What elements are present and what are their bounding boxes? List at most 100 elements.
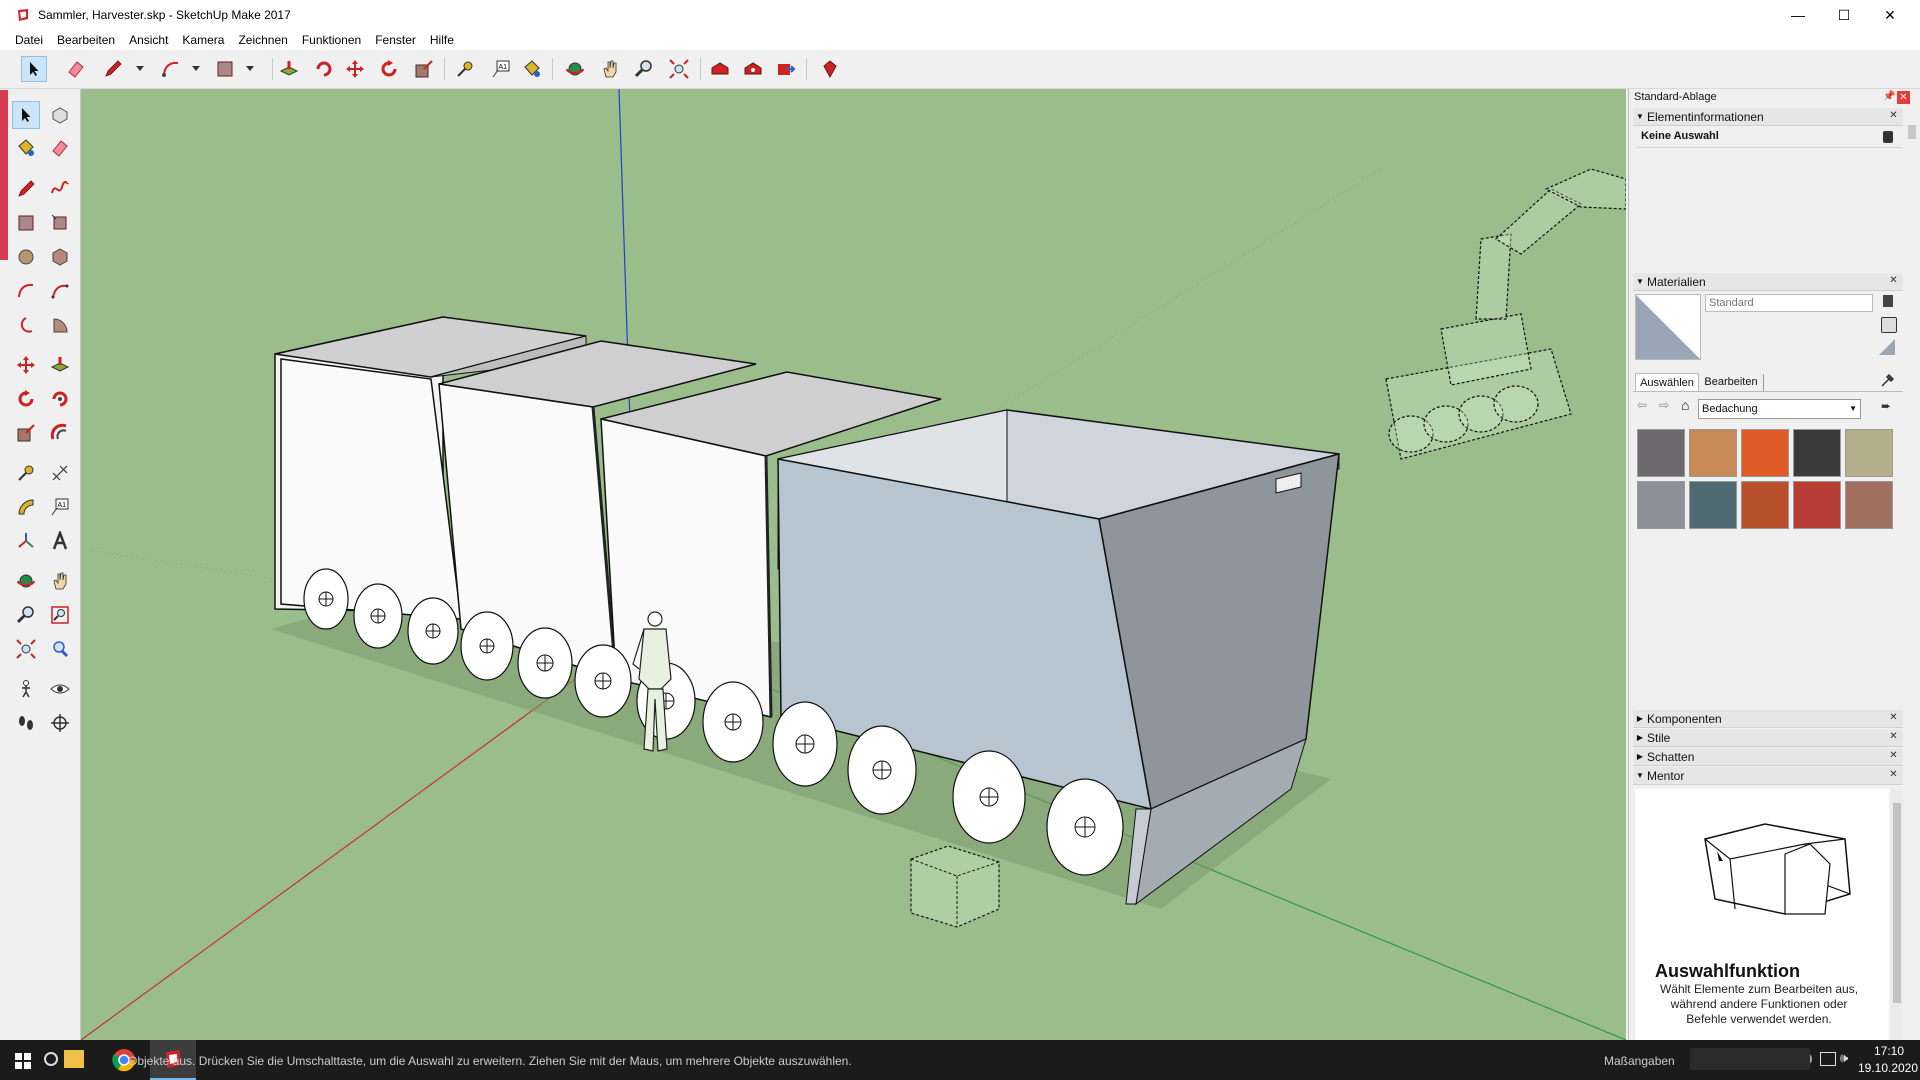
styles-header[interactable]: ▶ Stile ✕ [1633, 729, 1903, 747]
forward-arrow-icon[interactable]: ⇨ [1659, 398, 1669, 412]
paint-bucket-tool-button[interactable] [519, 56, 545, 82]
model-canvas[interactable] [81, 89, 1626, 1040]
material-swatch[interactable] [1793, 481, 1841, 529]
menu-funktionen[interactable]: Funktionen [295, 33, 368, 47]
close-icon[interactable]: ✕ [1888, 769, 1899, 780]
material-swatch[interactable] [1689, 481, 1737, 529]
library-dropdown[interactable]: Bedachung ▼ [1698, 399, 1861, 419]
minimize-button[interactable]: — [1775, 0, 1821, 30]
palette-polygon-tool[interactable] [46, 243, 74, 271]
palette-dimension-tool[interactable] [46, 459, 74, 487]
palette-3d-text-tool[interactable] [46, 527, 74, 555]
material-swatch[interactable] [1637, 481, 1685, 529]
file-explorer-icon[interactable] [64, 1050, 84, 1068]
push-pull-tool-button[interactable] [276, 56, 302, 82]
tape-measure-tool-button[interactable] [452, 56, 478, 82]
entity-info-header[interactable]: ▼ Elementinformationen ✕ [1633, 108, 1903, 126]
orbit-tool-button[interactable] [562, 56, 588, 82]
chevron-down-icon[interactable] [246, 66, 254, 71]
palette-pan-tool[interactable] [46, 567, 74, 595]
move-tool-button[interactable] [342, 56, 368, 82]
menu-hilfe[interactable]: Hilfe [423, 33, 461, 47]
material-swatch[interactable] [1637, 429, 1685, 477]
material-swatch[interactable] [1741, 481, 1789, 529]
palette-two-point-arc-tool[interactable] [46, 277, 74, 305]
zoom-tool-button[interactable] [631, 56, 657, 82]
menu-fenster[interactable]: Fenster [368, 33, 423, 47]
palette-position-camera-tool[interactable] [12, 675, 40, 703]
components-header[interactable]: ▶ Komponenten ✕ [1633, 710, 1903, 728]
menu-bearbeiten[interactable]: Bearbeiten [50, 33, 122, 47]
model-viewport[interactable] [81, 89, 1626, 1040]
chevron-down-icon[interactable] [136, 66, 144, 71]
palette-zoom-extents-tool[interactable] [12, 635, 40, 663]
get-models-button[interactable] [740, 56, 766, 82]
material-name-input[interactable] [1705, 294, 1873, 312]
materials-header[interactable]: ▼ Materialien ✕ [1633, 273, 1903, 291]
clock-time[interactable]: 17:10 [1866, 1044, 1912, 1058]
palette-section-plane-tool[interactable] [46, 709, 74, 737]
tray-close-icon[interactable]: ✕ [1897, 91, 1910, 104]
clock-date[interactable]: 19.10.2020 [1856, 1061, 1920, 1075]
tray-scrollbar[interactable] [1906, 107, 1918, 1037]
material-color-icon[interactable] [1879, 339, 1895, 355]
text-tool-button[interactable]: A1 [488, 56, 514, 82]
palette-arc-tool[interactable] [12, 277, 40, 305]
palette-line-tool[interactable] [12, 175, 40, 203]
windows-start-icon[interactable] [15, 1053, 31, 1069]
scrollbar-thumb[interactable] [1893, 803, 1901, 1003]
palette-rotated-rectangle-tool[interactable] [46, 209, 74, 237]
chevron-down-icon[interactable] [192, 66, 200, 71]
zoom-extents-tool-button[interactable] [666, 56, 692, 82]
close-icon[interactable]: ✕ [1888, 712, 1899, 723]
material-swatch[interactable] [1845, 429, 1893, 477]
eraser-tool-button[interactable] [63, 56, 89, 82]
close-button[interactable]: ✕ [1867, 0, 1913, 30]
mentor-header[interactable]: ▼ Mentor ✕ [1633, 767, 1903, 785]
home-icon[interactable]: ⌂ [1681, 397, 1689, 413]
palette-circle-tool[interactable] [12, 243, 40, 271]
menu-zeichnen[interactable]: Zeichnen [231, 33, 294, 47]
palette-rectangle-tool[interactable] [12, 209, 40, 237]
tab-edit[interactable]: Bearbeiten [1699, 374, 1764, 391]
palette-three-point-arc-tool[interactable] [12, 311, 40, 339]
palette-freehand-tool[interactable] [46, 175, 74, 203]
details-arrow-icon[interactable]: ➨ [1881, 399, 1895, 413]
share-model-button[interactable] [773, 56, 799, 82]
palette-previous-view-tool[interactable] [46, 635, 74, 663]
arc-tool-button[interactable] [158, 56, 184, 82]
palette-push-pull-tool[interactable] [46, 351, 74, 379]
material-save-icon[interactable] [1883, 295, 1893, 307]
palette-pie-tool[interactable] [46, 311, 74, 339]
pin-icon[interactable]: 📌 [1883, 91, 1895, 103]
measurements-input[interactable] [1690, 1048, 1810, 1070]
excavator-wireframe[interactable] [1385, 168, 1626, 460]
close-icon[interactable]: ✕ [1888, 275, 1899, 286]
search-icon[interactable] [44, 1052, 58, 1066]
pan-tool-button[interactable] [597, 56, 623, 82]
palette-orbit-tool[interactable] [12, 567, 40, 595]
scrollbar-thumb[interactable] [1908, 125, 1916, 139]
close-icon[interactable]: ✕ [1888, 731, 1899, 742]
lock-icon[interactable] [1883, 131, 1893, 143]
warehouse-button[interactable] [707, 56, 733, 82]
palette-component-tool[interactable] [46, 101, 74, 129]
palette-look-around-tool[interactable] [46, 675, 74, 703]
close-icon[interactable]: ✕ [1888, 110, 1899, 121]
shadows-header[interactable]: ▶ Schatten ✕ [1633, 748, 1903, 766]
extension-warehouse-button[interactable] [817, 56, 843, 82]
palette-walk-tool[interactable] [12, 709, 40, 737]
select-tool-button[interactable] [21, 56, 47, 82]
palette-scale-tool[interactable] [12, 419, 40, 447]
material-swatch[interactable] [1793, 429, 1841, 477]
palette-offset-tool[interactable] [46, 419, 74, 447]
scale-tool-button[interactable] [411, 56, 437, 82]
network-icon[interactable] [1820, 1052, 1836, 1066]
rotate-tool-button[interactable] [376, 56, 402, 82]
eyedropper-icon[interactable] [1880, 372, 1896, 388]
palette-rotate-tool[interactable] [12, 385, 40, 413]
palette-follow-me-tool[interactable] [46, 385, 74, 413]
material-swatch[interactable] [1689, 429, 1737, 477]
create-material-icon[interactable] [1881, 317, 1897, 333]
speaker-icon[interactable]: 🕪 [1840, 1050, 1848, 1066]
